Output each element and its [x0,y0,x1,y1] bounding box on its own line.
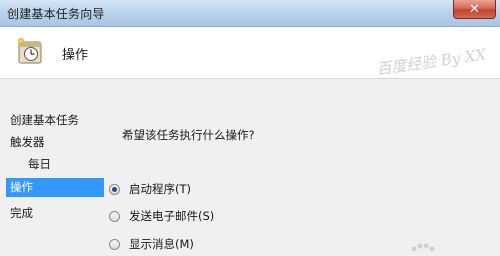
window-title: 创建基本任务向导 [7,7,105,21]
close-button[interactable]: ✕ [453,0,496,19]
step-daily[interactable]: 每日 [28,156,51,172]
wizard-steps-sidebar [0,79,108,256]
close-icon: ✕ [469,1,480,17]
option-show-message[interactable]: 显示消息(M) [109,236,194,252]
step-trigger[interactable]: 触发器 [10,134,45,150]
radio-show-message[interactable] [109,238,120,250]
radio-start-program[interactable] [109,183,120,195]
watermark: 百度经验 By XX [374,45,487,79]
option-start-program[interactable]: 启动程序(T) [109,181,191,197]
title-bar[interactable]: 创建基本任务向导 ✕ [0,0,500,27]
option-label: 发送电子邮件(S) [129,209,215,223]
step-finish[interactable]: 完成 [10,205,33,221]
option-send-email[interactable]: 发送电子邮件(S) [109,208,214,224]
task-clock-icon [18,37,42,64]
paw-watermark-icon [411,243,435,252]
step-action[interactable]: 操作 [6,178,104,197]
radio-send-email[interactable] [109,210,120,222]
option-label: 显示消息(M) [129,237,194,251]
option-label: 启动程序(T) [129,182,191,196]
task-wizard-window: 创建基本任务向导 ✕ 操作 百度经验 By XX 创建基本任务 触发器 每日 操… [0,0,500,256]
step-create-basic-task[interactable]: 创建基本任务 [10,112,79,128]
action-question: 希望该任务执行什么操作? [122,128,255,142]
page-title: 操作 [62,48,89,63]
wizard-header: 操作 百度经验 By XX [0,27,500,79]
